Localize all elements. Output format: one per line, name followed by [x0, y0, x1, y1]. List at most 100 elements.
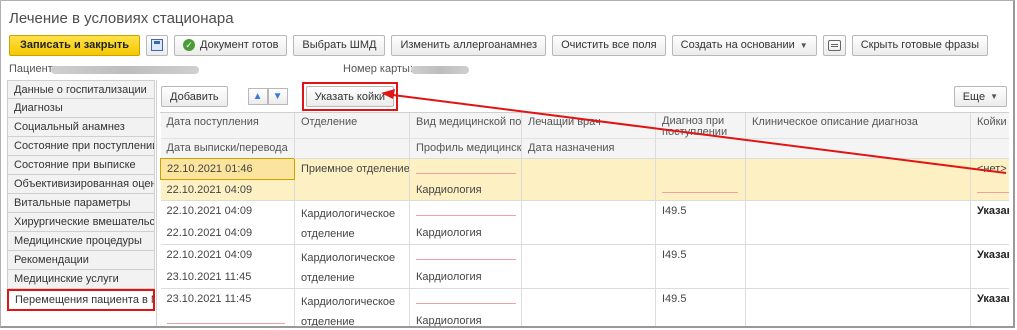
- dept-cell[interactable]: Приемное отделение: [294, 158, 410, 180]
- card-number-redacted: [411, 66, 469, 74]
- profile-cell[interactable]: Кардиология: [409, 310, 522, 326]
- col-diag-in[interactable]: Диагноз при поступлении: [655, 113, 746, 139]
- date-out-cell[interactable]: [160, 310, 295, 326]
- col-empty: [655, 138, 746, 159]
- doctor-cell[interactable]: [521, 200, 656, 223]
- hide-phrases-button[interactable]: Скрыть готовые фразы: [851, 34, 989, 56]
- beds-cell[interactable]: Указаны: [970, 287, 1009, 311]
- sidebar-item-social-anamnesis[interactable]: Социальный анамнез: [7, 118, 155, 137]
- empty-cell: [970, 266, 1009, 289]
- date-in-cell[interactable]: 22.10.2021 01:46: [160, 158, 295, 180]
- date-in-cell[interactable]: 22.10.2021 04:09: [160, 244, 295, 267]
- profile-cell[interactable]: Кардиология: [409, 179, 522, 201]
- empty-cell: [294, 179, 410, 201]
- date-out-cell[interactable]: 22.10.2021 04:09: [160, 179, 295, 201]
- col-clinical-desc[interactable]: Клиническое описание диагноза: [745, 113, 971, 139]
- col-profile[interactable]: Профиль медицинской: [409, 138, 522, 159]
- doctor-cell[interactable]: [521, 158, 656, 180]
- table-header-bottom: Дата выписки/перевода Профиль медицинско…: [160, 138, 1009, 159]
- add-button[interactable]: Добавить: [161, 86, 228, 107]
- chevron-down-icon: ▼: [990, 92, 998, 101]
- date-in-cell[interactable]: 22.10.2021 04:09: [160, 200, 295, 223]
- care-type-cell[interactable]: [409, 200, 522, 223]
- table-row[interactable]: 22.10.2021 04:09 Кардиология: [160, 222, 1009, 245]
- dept-cell[interactable]: Кардиологическое отделение: [294, 244, 410, 289]
- table-row[interactable]: 23.10.2021 11:45 Кардиология: [160, 266, 1009, 289]
- diag-cell[interactable]: [655, 158, 746, 180]
- arrow-up-icon[interactable]: ▲: [247, 88, 268, 105]
- beds-cell[interactable]: <нет>: [970, 158, 1009, 180]
- specify-beds-button[interactable]: Указать койки: [305, 86, 395, 107]
- diag-cell[interactable]: I49.5: [655, 200, 746, 223]
- assign-date-cell[interactable]: [521, 310, 656, 326]
- profile-cell[interactable]: Кардиология: [409, 222, 522, 245]
- assign-date-cell[interactable]: [521, 266, 656, 289]
- table-row[interactable]: Кардиология: [160, 310, 1009, 326]
- col-assign-date[interactable]: Дата назначения: [521, 138, 656, 159]
- sidebar-item-services[interactable]: Медицинские услуги: [7, 270, 155, 289]
- doc-ready-button[interactable]: ✓ Документ готов: [174, 34, 288, 56]
- dept-cell[interactable]: Кардиологическое отделение: [294, 200, 410, 245]
- comment-button[interactable]: [822, 34, 846, 56]
- diag-cell[interactable]: I49.5: [655, 244, 746, 267]
- col-care-type[interactable]: Вид медицинской по...: [409, 113, 522, 139]
- clinical-desc-cell[interactable]: [745, 200, 971, 223]
- table-row[interactable]: 22.10.2021 04:09 Кардиология: [160, 179, 1009, 201]
- sidebar-item-objective-assessment[interactable]: Объективизированная оценка: [7, 175, 155, 194]
- table-header-top: Дата поступления Отделение Вид медицинск…: [160, 113, 1009, 139]
- table-row[interactable]: 22.10.2021 04:09 Кардиологическое отделе…: [160, 244, 1009, 289]
- assign-date-cell[interactable]: [521, 179, 656, 201]
- doctor-cell[interactable]: [521, 244, 656, 267]
- arrow-down-icon[interactable]: ▼: [267, 88, 288, 105]
- table-row[interactable]: 23.10.2021 11:45 Кардиологическое отделе…: [160, 287, 1009, 326]
- save-close-button[interactable]: Записать и закрыть: [9, 34, 141, 56]
- sidebar-item-diagnoses[interactable]: Диагнозы: [7, 99, 155, 118]
- beds-underline-cell: [970, 179, 1009, 201]
- sidebar-item-vitals[interactable]: Витальные параметры: [7, 194, 155, 213]
- col-beds[interactable]: Койки: [970, 113, 1009, 139]
- sidebar-item-surgery[interactable]: Хирургические вмешательства: [7, 213, 155, 232]
- content-panel: Добавить ▲ ▼ Указать койки Еще ▼ Дата пос…: [156, 80, 1009, 326]
- doctor-cell[interactable]: [521, 287, 656, 311]
- table-row[interactable]: 22.10.2021 04:09 Кардиологическое отделе…: [160, 200, 1009, 245]
- required-underline: [166, 322, 285, 324]
- sidebar-item-admission-state[interactable]: Состояние при поступлении: [7, 137, 155, 156]
- save-icon: [151, 39, 164, 51]
- date-in-cell[interactable]: 23.10.2021 11:45: [160, 287, 295, 311]
- care-type-cell[interactable]: [409, 287, 522, 311]
- sidebar-item-discharge-state[interactable]: Состояние при выписке: [7, 156, 155, 175]
- col-empty: [745, 138, 971, 159]
- card-label: Номер карты:: [343, 63, 413, 75]
- col-date-in[interactable]: Дата поступления: [160, 113, 295, 139]
- col-dept[interactable]: Отделение: [294, 113, 410, 139]
- sidebar-item-recommendations[interactable]: Рекомендации: [7, 251, 155, 270]
- beds-cell[interactable]: Указаны: [970, 200, 1009, 223]
- profile-cell[interactable]: Кардиология: [409, 266, 522, 289]
- assign-date-cell[interactable]: [521, 222, 656, 245]
- change-allergy-button[interactable]: Изменить аллергоанамнез: [391, 34, 547, 56]
- chevron-down-icon: ▼: [799, 40, 808, 50]
- more-button[interactable]: Еще ▼: [953, 86, 1007, 107]
- create-based-button[interactable]: Создать на основании ▼: [671, 34, 817, 56]
- save-button[interactable]: [146, 34, 169, 56]
- care-type-cell[interactable]: [409, 158, 522, 180]
- col-doctor[interactable]: Лечащий врач: [521, 113, 656, 139]
- date-out-cell[interactable]: 22.10.2021 04:09: [160, 222, 295, 245]
- clinical-desc-cell[interactable]: [745, 158, 971, 180]
- clinical-desc-cell[interactable]: [745, 244, 971, 267]
- sidebar-item-patient-moves[interactable]: Перемещения пациента в МО: [7, 289, 155, 311]
- table-row[interactable]: 22.10.2021 01:46 Приемное отделение <нет…: [160, 158, 1009, 180]
- col-empty: [970, 138, 1009, 159]
- clear-fields-button[interactable]: Очистить все поля: [552, 34, 666, 56]
- clinical-desc-cell[interactable]: [745, 287, 971, 311]
- sidebar-item-procedures[interactable]: Медицинские процедуры: [7, 232, 155, 251]
- diag-cell[interactable]: I49.5: [655, 287, 746, 311]
- date-out-cell[interactable]: 23.10.2021 11:45: [160, 266, 295, 289]
- sidebar-item-hospitalization[interactable]: Данные о госпитализации: [7, 80, 155, 99]
- choose-shmd-button[interactable]: Выбрать ШМД: [293, 34, 386, 56]
- beds-cell[interactable]: Указаны: [970, 244, 1009, 267]
- col-date-out[interactable]: Дата выписки/перевода: [160, 138, 295, 159]
- dept-cell[interactable]: Кардиологическое отделение: [294, 288, 410, 326]
- patient-label: Пациент:: [9, 63, 56, 75]
- care-type-cell[interactable]: [409, 244, 522, 267]
